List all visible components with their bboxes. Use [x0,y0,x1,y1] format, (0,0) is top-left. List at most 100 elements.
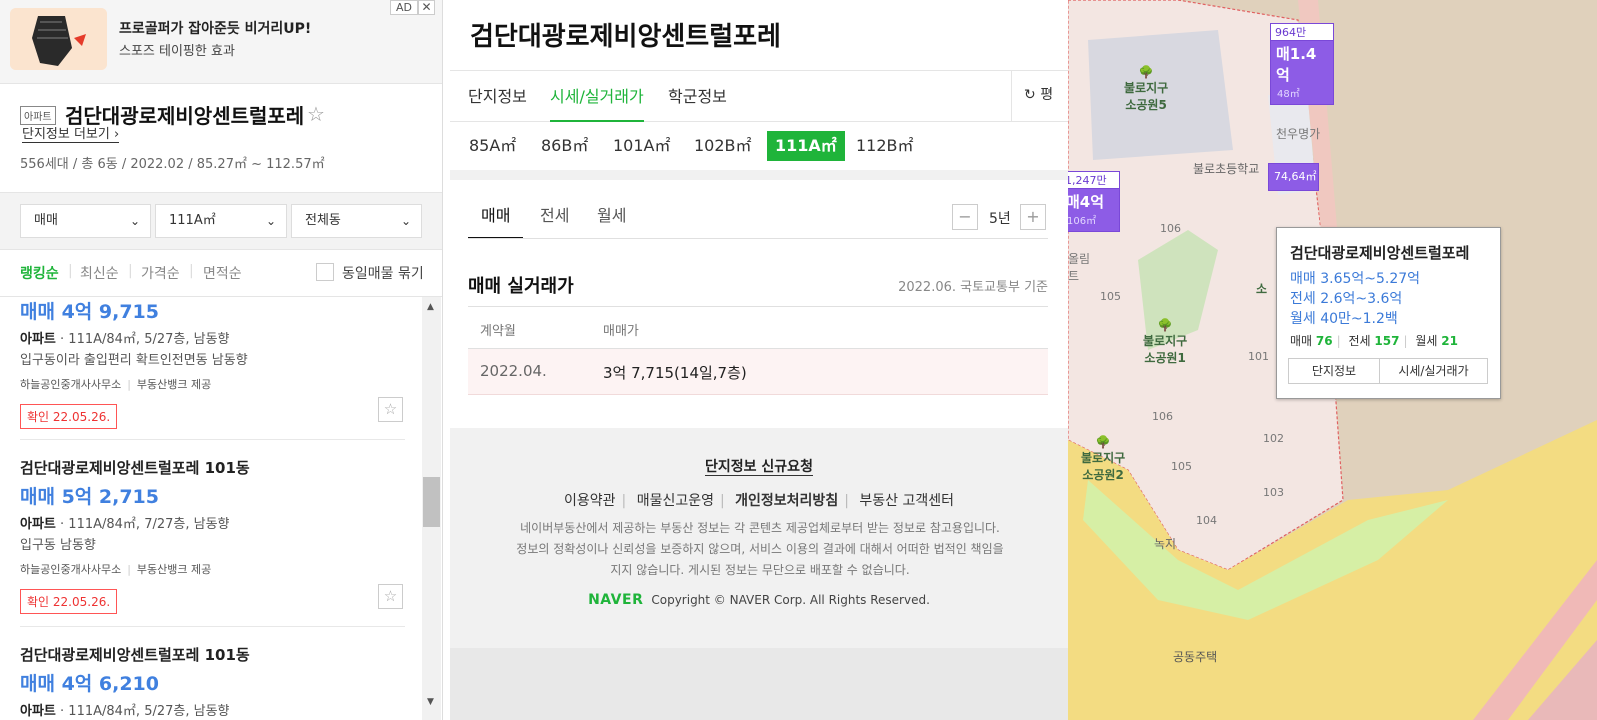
map-label-cheonwoo: 천우명가 [1276,127,1321,141]
size-tab[interactable]: 85A㎡ [461,131,524,161]
confirm-badge: 확인 22.05.26. [20,589,118,614]
star-icon[interactable]: ☆ [378,584,403,609]
filter-bar: 매매 ⌄ 111A㎡ ⌄ 전체동 ⌄ [0,192,442,250]
confirm-badge: 확인 22.05.26. [20,404,118,429]
ad-close-icon[interactable]: ✕ [418,0,435,15]
listing-spec: 아파트 · 111A/84㎡, 7/27층, 남동향 [20,517,230,532]
sort-latest[interactable]: 최신순 [80,263,119,283]
tab-complex-info[interactable]: 단지정보 [468,83,527,122]
area-select[interactable]: 111A㎡ ⌄ [155,204,287,238]
map-label-school: 불로초등학교 [1193,162,1260,176]
complex-request-link[interactable]: 단지정보 신규요청 [450,456,1068,476]
report-policy-link[interactable]: 매물신고운영 [637,493,714,509]
map-label-green: 녹지 [1154,537,1177,551]
list-item[interactable]: 검단대광로제비앙센트럴포레 101동 매매 5억 2,715 아파트 · 111… [20,440,405,627]
area-pin[interactable]: 74,64㎡ [1268,163,1319,191]
popup-sale-range: 매매 3.65억~5.27억 [1290,271,1421,287]
col-price: 매매가 [603,324,639,339]
terms-link[interactable]: 이용약관 [564,493,616,509]
support-link[interactable]: 부동산 고객센터 [859,493,954,509]
scroll-up-icon[interactable]: ▲ [427,302,434,312]
detail-title: 검단대광로제비앙센트럴포레 [470,22,781,52]
size-tab[interactable]: 102B㎡ [686,131,760,161]
sort-area[interactable]: 면적순 [203,263,242,283]
popup-counts: 매매 76 | 전세 157 | 월세 21 [1290,334,1458,348]
size-tab[interactable]: 86B㎡ [533,131,596,161]
trade-type-select[interactable]: 매매 ⌄ [20,204,151,238]
listing-price: 매매 4억 6,210 [20,673,159,695]
tab-school[interactable]: 학군정보 [668,83,727,122]
ad-image[interactable] [10,8,107,70]
same-listing-checkbox[interactable] [316,263,334,281]
trade-tab-jeonse[interactable]: 전세 [540,202,569,239]
building-label: 106 [1152,410,1173,423]
popup-price-button[interactable]: 시세/실거래가 [1379,358,1488,384]
row-price: 3억 7,715(14일,7층) [603,364,747,382]
map-label-olim: 올림 트 [1068,252,1091,283]
copyright: NAVER Copyright © NAVER Corp. All Rights … [588,592,930,608]
sort-price[interactable]: 가격순 [141,263,180,283]
table-row[interactable]: 2022.04. 3억 7,715(14일,7층) [468,349,1048,395]
listing-agent: 하늘공인중개사사무소 | 부동산뱅크 제공 [20,563,212,576]
size-tab-selected[interactable]: 111A㎡ [767,131,845,161]
trade-tab-monthly[interactable]: 월세 [597,202,626,239]
size-tabs: 85A㎡ 86B㎡ 101A㎡ 102B㎡ 111A㎡ 112B㎡ [450,123,1068,169]
listing-price: 매매 5억 2,715 [20,486,159,508]
building-label: 104 [1196,514,1217,527]
complex-detail-panel: 검단대광로제비앙센트럴포레 단지정보 시세/실거래가 학군정보 ↻ 평 85A㎡… [450,0,1068,720]
favorite-star-icon[interactable]: ☆ [307,102,325,126]
listing-spec: 아파트 · 111A/84㎡, 5/27층, 남동향 [20,704,230,719]
building-label: 101 [1248,350,1269,363]
period-minus-button[interactable]: − [952,204,978,230]
privacy-link[interactable]: 개인정보처리방침 [735,493,838,509]
type-tag: 아파트 [20,106,56,125]
list-item[interactable]: 검단대광로제비앙센트럴포레 101동 매매 4억 6,210 아파트 · 111… [20,627,405,720]
building-select[interactable]: 전체동 ⌄ [291,204,422,238]
period-plus-button[interactable]: + [1020,204,1046,230]
ad-headline[interactable]: 프로골퍼가 잡아준듯 비거리UP! [119,18,311,38]
size-tab[interactable]: 112B㎡ [848,131,922,161]
scrollbar[interactable]: ▲ ▼ [422,297,441,720]
pyeong-toggle-button[interactable]: ↻ 평 [1011,71,1068,121]
footer-links: 이용약관 | 매물신고운영 | 개인정보처리방침 | 부동산 고객센터 [564,493,954,509]
price-pin[interactable]: 1,247만 매4억 106㎡ [1068,171,1120,232]
scroll-down-icon[interactable]: ▼ [427,697,434,707]
listing-desc: 입구동 남동향 [20,538,96,553]
chevron-down-icon: ⌄ [265,214,276,228]
building-label: 106 [1160,222,1181,235]
size-tab[interactable]: 101A㎡ [605,131,679,161]
section-title: 매매 실거래가 [468,276,574,297]
price-pin[interactable]: 964만 매1.4억 48㎡ [1270,23,1334,105]
col-month: 계약월 [480,324,516,339]
trade-tab-sale[interactable]: 매매 [468,202,524,239]
same-listing-label[interactable]: 동일매물 묶기 [342,263,424,283]
naver-logo: NAVER [588,592,644,608]
building-label: 105 [1100,290,1121,303]
chevron-down-icon: ⌄ [400,214,411,228]
complex-name: 검단대광로제비앙센트럴포레 [65,104,305,128]
scrollbar-thumb[interactable] [423,477,440,527]
map-label-park1: 🌳 불로지구 소공원1 [1143,318,1188,365]
period-value: 5년 [989,211,1011,227]
data-source: 2022.06. 국토교통부 기준 [898,280,1048,295]
popup-title: 검단대광로제비앙센트럴포레 [1290,244,1470,262]
listing-spec: 아파트 · 111A/84㎡, 5/27층, 남동향 [20,332,230,347]
list-item[interactable]: 매매 4억 9,715 아파트 · 111A/84㎡, 5/27층, 남동향 입… [20,297,405,440]
sort-ranking[interactable]: 랭킹순 [20,263,59,283]
complex-popup[interactable]: 검단대광로제비앙센트럴포레 매매 3.65억~5.27억 전세 2.6억~3.6… [1276,227,1501,399]
tab-price[interactable]: 시세/실거래가 [550,83,644,122]
building-label: 103 [1263,486,1284,499]
building-label: 105 [1171,460,1192,473]
popup-jeonse-range: 전세 2.6억~3.6억 [1290,291,1403,307]
ad-banner[interactable]: 프로골퍼가 잡아준듯 비거리UP! 스포즈 테이핑한 효과 AD ✕ [0,0,442,84]
refresh-icon: ↻ [1024,87,1036,103]
footer: 단지정보 신규요청 이용약관 | 매물신고운영 | 개인정보처리방침 | 부동산 고객… [450,440,1068,648]
ad-subtext[interactable]: 스포즈 테이핑한 효과 [119,40,235,59]
row-month: 2022.04. [480,362,547,380]
popup-monthly-range: 월세 40만~1.2백 [1290,311,1398,327]
complex-info-more-link[interactable]: 단지정보 더보기 › [22,127,120,143]
popup-info-button[interactable]: 단지정보 [1288,358,1380,384]
star-icon[interactable]: ☆ [378,397,403,422]
detail-header: 검단대광로제비앙센트럴포레 단지정보 시세/실거래가 학군정보 ↻ 평 85A㎡… [450,0,1068,170]
building-label: 102 [1263,432,1284,445]
